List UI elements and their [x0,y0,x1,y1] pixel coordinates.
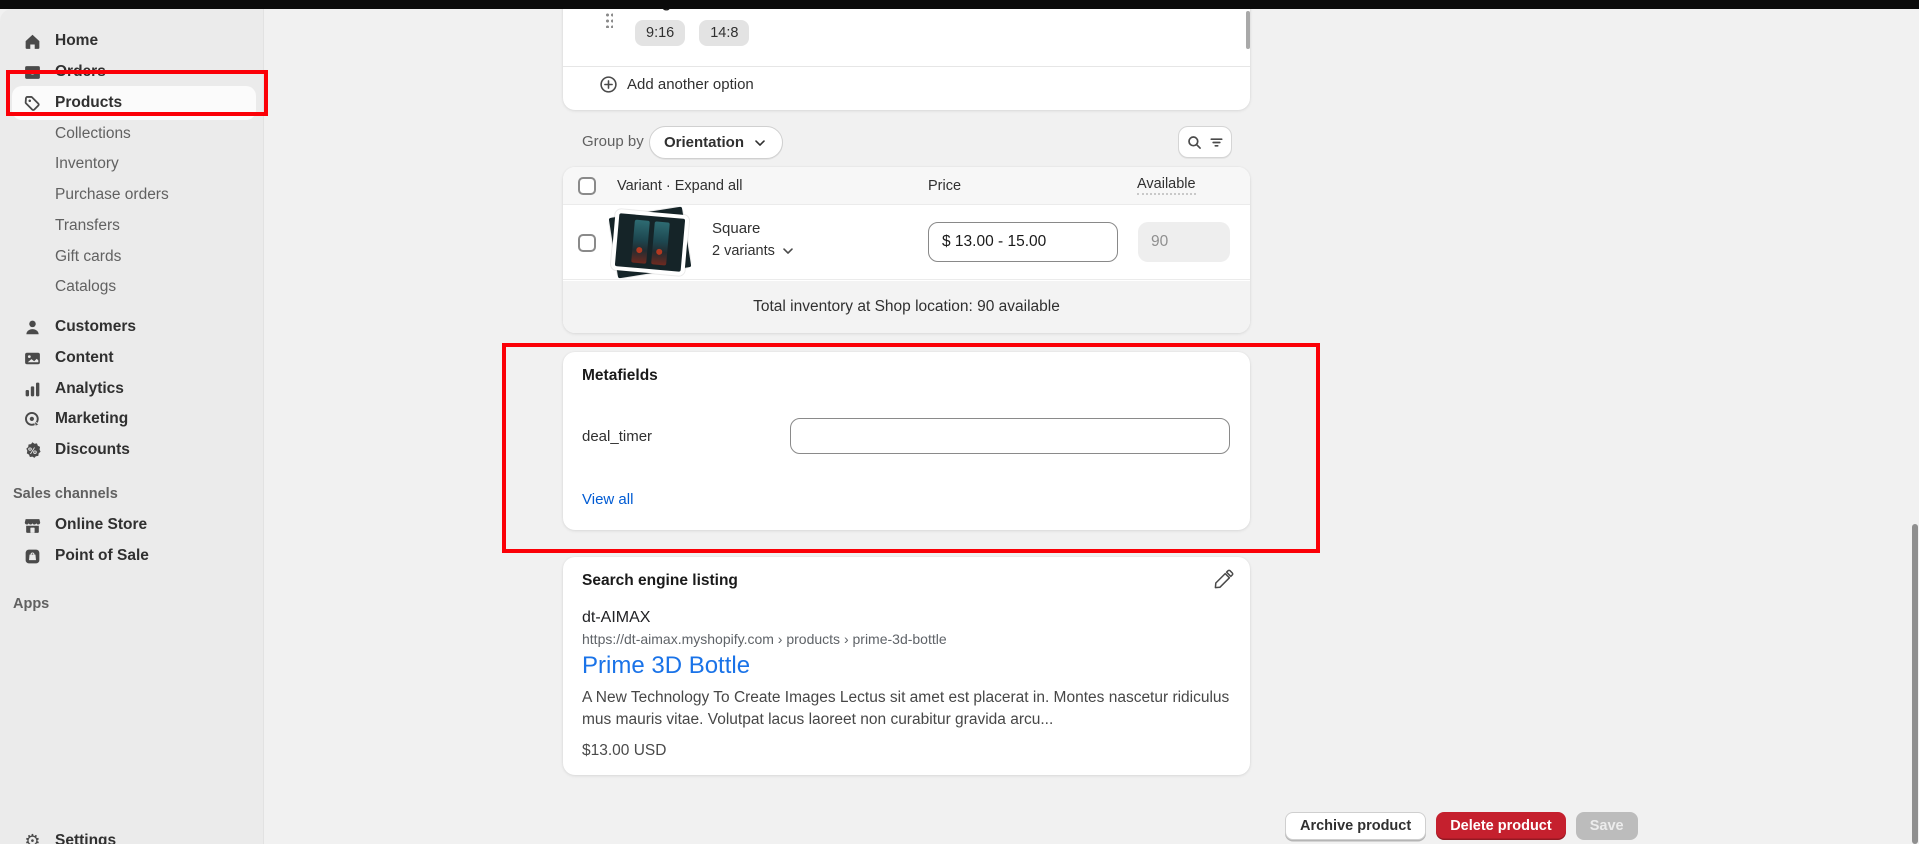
analytics-icon [23,380,42,399]
sidebar-item-online-store[interactable]: Online Store [0,510,264,540]
plus-circle-icon [599,75,618,94]
sidebar-item-marketing[interactable]: Marketing [0,404,264,434]
online-store-icon [23,516,42,535]
group-by-label: Group by [582,133,644,150]
sidebar-item-label: Products [55,94,122,112]
save-button[interactable]: Save [1576,812,1638,840]
option-value-chip[interactable]: 9:16 [635,20,685,46]
chevron-down-icon [752,135,768,151]
sidebar-item-transfers[interactable]: Transfers [0,211,264,241]
variant-name: Square [712,220,760,237]
seo-price: $13.00 USD [582,742,666,760]
page-scrollbar-thumb[interactable] [1912,524,1918,844]
chevron-down-icon [780,243,796,259]
sidebar-item-discounts[interactable]: Discounts [0,435,264,465]
archive-product-button[interactable]: Archive product [1285,812,1426,840]
sidebar-item-analytics[interactable]: Analytics [0,374,264,404]
sidebar-item-home[interactable]: Home [0,26,264,56]
discounts-icon [23,441,42,460]
marketing-icon [23,410,42,429]
metafields-title: Metafields [582,367,658,385]
variant-expand-toggle[interactable]: 2 variants [712,243,796,259]
product-options-card: Image Ratio 9:16 14:8 Add another option [563,0,1250,110]
seo-url: https://dt-aimax.myshopify.com › product… [582,631,947,647]
footer-actions: Archive product Delete product Save [1285,812,1638,840]
sidebar: Home Orders Products Collections Invento… [0,9,264,844]
seo-card: Search engine listing dt-AIMAX https://d… [563,557,1250,775]
divider [563,66,1250,67]
seo-description: A New Technology To Create Images Lectus… [582,687,1232,731]
sidebar-item-gift-cards[interactable]: Gift cards [0,242,264,272]
sidebar-item-settings[interactable]: ⚙ Settings [0,826,264,844]
customers-icon [23,318,42,337]
variant-row: Square 2 variants [563,205,1250,280]
products-icon [23,94,42,113]
seo-title: Search engine listing [582,572,738,590]
inner-scrollbar-thumb[interactable] [1246,11,1250,49]
delete-product-button[interactable]: Delete product [1436,812,1566,840]
sidebar-item-customers[interactable]: Customers [0,312,264,342]
option-values: 9:16 14:8 [635,20,749,46]
pencil-icon[interactable] [1212,569,1234,591]
sidebar-item-collections[interactable]: Collections [0,119,264,149]
variant-thumbnail[interactable] [610,209,690,276]
sales-channels-header[interactable]: Sales channels [0,479,264,509]
filter-icon [1208,134,1225,151]
search-icon [1186,134,1203,151]
variants-table-card: Variant · Expand all Price Available Squ… [563,167,1250,333]
gear-icon: ⚙ [23,832,42,844]
sidebar-item-catalogs[interactable]: Catalogs [0,272,264,302]
metafields-card: Metafields deal_timer View all [563,352,1250,530]
price-range-input[interactable] [928,222,1118,262]
sidebar-item-label: Home [55,32,98,50]
drag-handle-icon[interactable] [605,12,613,28]
orders-icon [23,63,42,82]
point-of-sale-icon [23,547,42,566]
content-icon [23,349,42,368]
sidebar-item-inventory[interactable]: Inventory [0,149,264,179]
search-filter-button[interactable] [1178,126,1232,158]
home-icon [23,32,42,51]
available-column-header[interactable]: Available [1137,176,1196,195]
sidebar-item-point-of-sale[interactable]: Point of Sale [0,541,264,571]
select-all-checkbox[interactable] [578,177,596,195]
window-top-edge [0,0,1919,9]
seo-site-name: dt-AIMAX [582,609,650,627]
available-quantity-input[interactable] [1138,222,1230,262]
sidebar-item-products[interactable]: Products [0,88,264,118]
sidebar-item-orders[interactable]: Orders [0,57,264,87]
metafield-label: deal_timer [582,428,652,445]
seo-page-title-link[interactable]: Prime 3D Bottle [582,652,750,680]
group-by-row: Group by Orientation [563,126,1250,159]
variant-column-header[interactable]: Variant · Expand all [617,178,742,194]
metafield-deal-timer-input[interactable] [790,418,1230,454]
variants-table-header: Variant · Expand all Price Available [563,167,1250,205]
apps-header[interactable]: Apps [0,589,264,619]
sidebar-item-content[interactable]: Content [0,343,264,373]
variant-row-checkbox[interactable] [578,234,596,252]
add-another-option-button[interactable]: Add another option [599,75,754,94]
total-inventory-text: Total inventory at Shop location: 90 ava… [563,281,1250,333]
price-column-header: Price [928,178,961,194]
option-value-chip[interactable]: 14:8 [699,20,749,46]
group-by-dropdown[interactable]: Orientation [649,126,783,159]
sidebar-item-purchase-orders[interactable]: Purchase orders [0,180,264,210]
sidebar-item-label: Orders [55,63,106,81]
view-all-link[interactable]: View all [582,491,633,508]
